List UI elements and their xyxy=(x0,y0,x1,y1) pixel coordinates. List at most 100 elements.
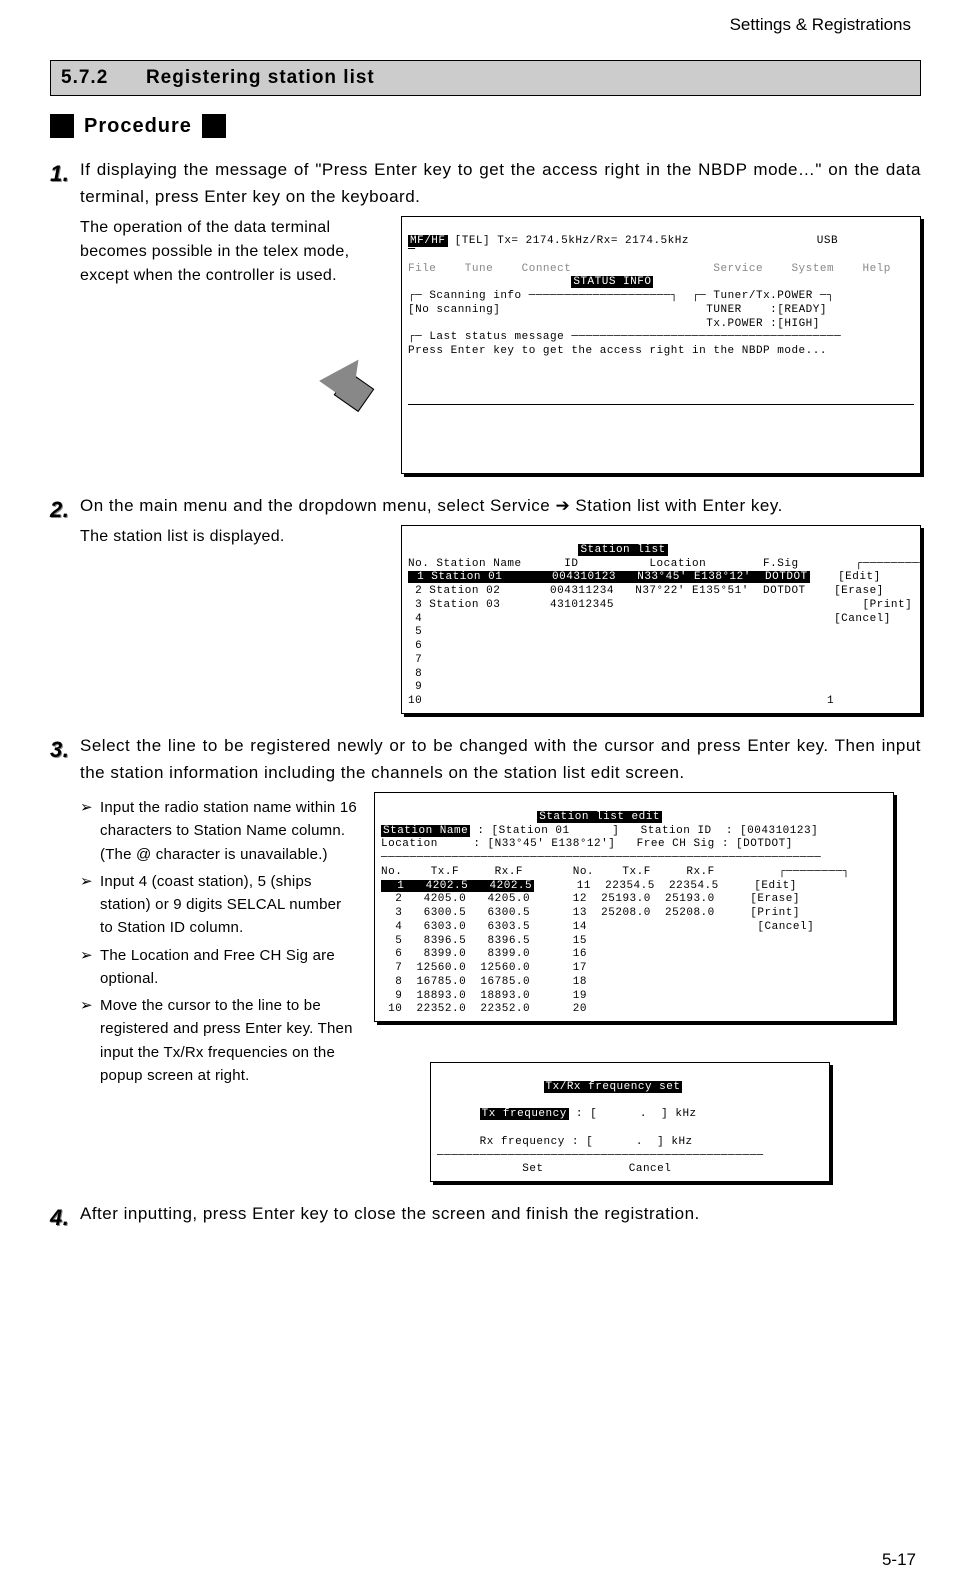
freq-row-l4: 4 6303.0 6303.5 xyxy=(381,921,530,933)
step-4-text: After inputting, press Enter key to clos… xyxy=(80,1200,921,1227)
bullet-3: ➢ The Location and Free CH Sig are optio… xyxy=(80,944,358,991)
scanning-info-label: Scanning info xyxy=(429,290,521,302)
step-4: 4. After inputting, press Enter key to c… xyxy=(50,1200,921,1235)
side-erase: [Erase] xyxy=(750,893,800,905)
status-info-label: STATUS INFO xyxy=(571,276,653,288)
freq-row-l9: 9 18893.0 18893.0 xyxy=(381,990,530,1002)
bullet-1-text: Input the radio station name within 16 c… xyxy=(100,799,357,839)
step-3: 3. Select the line to be registered newl… xyxy=(50,732,921,1182)
edit-colhead: No. Tx.F Rx.F No. Tx.F Rx.F xyxy=(381,866,715,878)
station-row-2: 2 Station 02 004311234 N37°22' E135°51' … xyxy=(408,585,806,597)
section-heading: 5.7.2 Registering station list xyxy=(50,60,921,96)
side-erase: [Erase] xyxy=(834,585,884,597)
station-row-6: 6 xyxy=(408,640,422,652)
freq-row-r3: 13 25208.0 25208.0 xyxy=(566,907,715,919)
edit-line2: Location : [N33°45' E138°12'] Free CH Si… xyxy=(381,838,793,850)
step-2-text: On the main menu and the dropdown menu, … xyxy=(80,492,921,519)
side-print: [Print] xyxy=(750,907,800,919)
step-1-note: The operation of the data terminal becom… xyxy=(80,216,397,288)
tuner-label: Tuner/Tx.POWER xyxy=(713,290,812,302)
arrow-right-icon: ➔ xyxy=(555,496,570,515)
station-list-screen: Station list No. Station Name ID Locatio… xyxy=(401,525,921,714)
scanning-value: [No scanning] xyxy=(408,304,500,316)
bullet-1: ➢ Input the radio station name within 16… xyxy=(80,796,358,866)
station-row-7: 7 xyxy=(408,654,422,666)
step-1: 1. If displaying the message of "Press E… xyxy=(50,156,921,474)
step-2-text-b: Station list with Enter key. xyxy=(575,496,782,515)
freq-row-r4: 14 xyxy=(566,921,587,933)
station-row-3: 3 Station 03 431012345 xyxy=(408,599,614,611)
last-status-msg: Press Enter key to get the access right … xyxy=(408,345,827,357)
freq-row-l5: 5 8396.5 8396.5 xyxy=(381,935,530,947)
last-status-label: Last status message xyxy=(429,331,564,343)
freq-row-l6: 6 8399.0 8399.0 xyxy=(381,948,530,960)
bullet-4-text: Move the cursor to the line to be regist… xyxy=(100,994,358,1087)
freq-row-r8: 18 xyxy=(566,976,587,988)
freq-row-r6: 16 xyxy=(566,948,587,960)
square-icon xyxy=(50,114,74,138)
side-print: [Print] xyxy=(862,599,912,611)
station-row-8: 8 xyxy=(408,668,422,680)
freq-row-r7: 17 xyxy=(566,962,587,974)
step-2-note: The station list is displayed. xyxy=(80,525,397,549)
txrx-popup-screen: Tx/Rx frequency set Tx frequency : [ . ]… xyxy=(430,1062,830,1182)
freq-row-l7: 7 12560.0 12560.0 xyxy=(381,962,530,974)
step-number: 3. xyxy=(50,732,80,1182)
section-number: 5.7.2 xyxy=(61,67,108,88)
chevron-right-icon: ➢ xyxy=(80,994,100,1087)
bullet-1b-text: (The @ character is unavailable.) xyxy=(100,846,328,863)
freq-row-r9: 19 xyxy=(566,990,587,1002)
step-1-text: If displaying the message of "Press Ente… xyxy=(80,156,921,210)
tx-freq-label: Tx frequency xyxy=(480,1108,569,1120)
step-2: 2. On the main menu and the dropdown men… xyxy=(50,492,921,714)
freq-row-l10: 10 22352.0 22352.0 xyxy=(381,1003,530,1015)
freq-row-r5: 15 xyxy=(566,935,587,947)
bullet-4: ➢ Move the cursor to the line to be regi… xyxy=(80,994,358,1087)
txrx-title: Tx/Rx frequency set xyxy=(544,1081,683,1093)
square-icon xyxy=(202,114,226,138)
station-list-header: No. Station Name ID Location F.Sig xyxy=(408,558,799,570)
step-number: 2. xyxy=(50,492,80,714)
edit-line1: : [Station 01 ] Station ID : [004310123] xyxy=(470,825,818,837)
step-number: 1. xyxy=(50,156,80,474)
side-cancel: [Cancel] xyxy=(834,613,891,625)
terminal-screen-1: MF/HF [TEL] Tx= 2174.5kHz/Rx= 2174.5kHz … xyxy=(401,216,921,474)
step-3-text: Select the line to be registered newly o… xyxy=(80,732,921,786)
bullet-2-text: Input 4 (coast station), 5 (ships statio… xyxy=(100,870,358,940)
procedure-heading: Procedure xyxy=(50,114,921,138)
station-row-4: 4 xyxy=(408,613,422,625)
procedure-label: Procedure xyxy=(84,115,192,138)
station-list-edit-screen: Station list edit Station Name : [Statio… xyxy=(374,792,894,1022)
cancel-button[interactable]: Cancel xyxy=(629,1163,672,1175)
chevron-right-icon: ➢ xyxy=(80,944,100,991)
station-row-1: 1 Station 01 004310123 N33°45' E138°12' … xyxy=(408,571,810,583)
freq-row-r10: 20 xyxy=(566,1003,587,1015)
freq-row-l2: 2 4205.0 4205.0 xyxy=(381,893,530,905)
section-title: Registering station list xyxy=(146,67,375,88)
edit-screen-title: Station list edit xyxy=(537,811,662,823)
side-cancel: [Cancel] xyxy=(757,921,814,933)
bullet-3-text: The Location and Free CH Sig are optiona… xyxy=(100,944,358,991)
step-number: 4. xyxy=(50,1200,80,1235)
corner-num: 1 xyxy=(827,695,834,707)
bullet-2: ➢ Input 4 (coast station), 5 (ships stat… xyxy=(80,870,358,940)
freq-row-l3: 3 6300.5 6300.5 xyxy=(381,907,530,919)
freq-row-l1: 1 4202.5 4202.5 xyxy=(381,880,534,892)
tx-freq-field: : [ . ] kHz xyxy=(569,1108,697,1120)
terminal-top: [TEL] Tx= 2174.5kHz/Rx= 2174.5kHz USB xyxy=(455,235,838,247)
station-row-5: 5 xyxy=(408,626,422,638)
side-edit: [Edit] xyxy=(838,571,881,583)
chevron-right-icon: ➢ xyxy=(80,796,100,866)
step-2-text-a: On the main menu and the dropdown menu, … xyxy=(80,496,550,515)
station-row-10: 10 xyxy=(408,695,422,707)
set-button[interactable]: Set xyxy=(522,1163,543,1175)
rx-freq-line: Rx frequency : [ . ] kHz xyxy=(480,1136,693,1148)
tuner-value: TUNER :[READY] xyxy=(706,304,827,316)
freq-row-l8: 8 16785.0 16785.0 xyxy=(381,976,530,988)
terminal-menu: File Tune Connect Service System Help xyxy=(408,263,891,275)
station-row-9: 9 xyxy=(408,681,422,693)
page-number: 5-17 xyxy=(882,1550,916,1570)
freq-row-r1: 11 22354.5 22354.5 xyxy=(570,880,719,892)
txpower-value: Tx.POWER :[HIGH] xyxy=(706,318,820,330)
station-list-title: Station list xyxy=(578,544,667,556)
